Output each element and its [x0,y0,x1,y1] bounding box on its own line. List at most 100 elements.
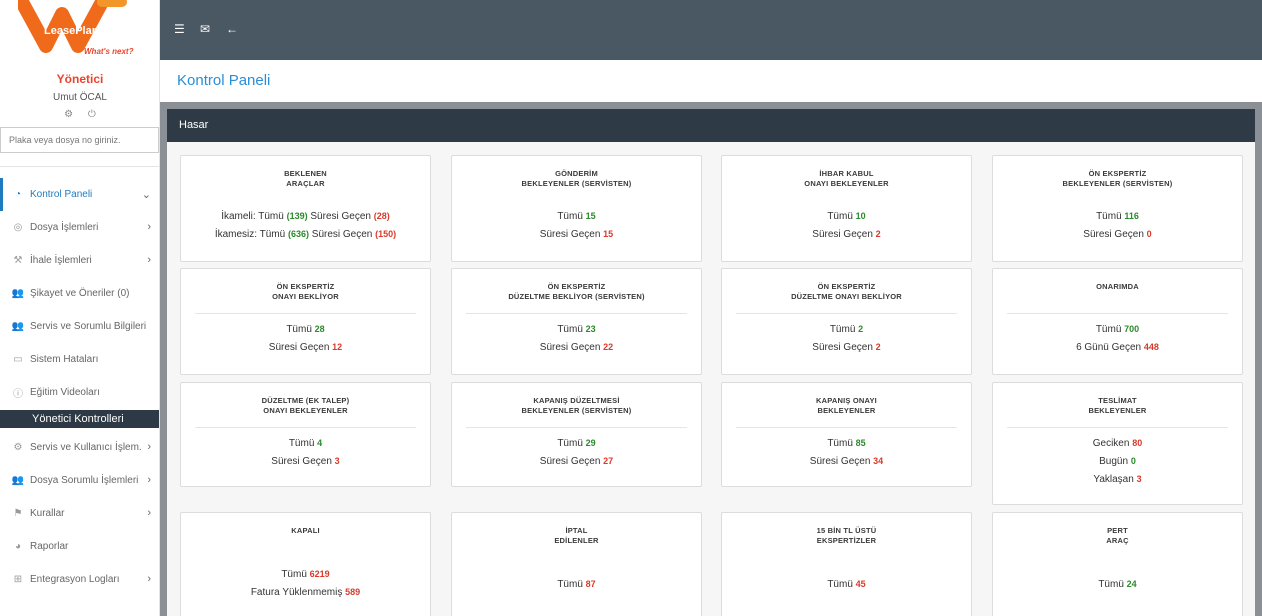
dashboard-card[interactable]: ÖN EKSPERTİZ DÜZELTME BEKLİYOR (SERVİSTEN… [451,268,702,375]
dashboard-card[interactable]: ÖN EKSPERTİZ DÜZELTME ONAYI BEKLİYOR Tümü … [721,268,972,375]
dashboard-card[interactable]: GÖNDERİM BEKLEYENLER (SERVİSTEN) Tümü 15 Sü… [451,155,702,262]
count-overdue[interactable]: 15 [603,229,613,239]
dashboard-card[interactable]: TESLİMAT BEKLEYENLER Geciken 80 Bugün 0 Yakl… [992,382,1243,505]
card-stat-line: Tümü 4 [181,438,430,449]
count-overdue[interactable]: 2 [876,229,881,239]
sidebar-item-10[interactable]: ⚑ Kurallar › [0,497,159,530]
count-total[interactable]: 700 [1124,324,1139,334]
sidebar-item-label: Servis ve Sorumlu Bilgileri [30,321,147,332]
mail-icon[interactable]: ✉ [200,22,210,36]
card-title: ONARIMDA [993,282,1242,292]
dashboard-card[interactable]: DÜZELTME (EK TALEP) ONAYI BEKLEYENLER Tümü… [180,382,431,487]
card-title-line: İHBAR KABUL [819,169,874,178]
count-total[interactable]: (139) [287,211,308,221]
gear-icon[interactable]: ⚙ [64,109,73,120]
card-title-line: ONAYI BEKLEYENLER [263,406,348,415]
divider [0,166,159,167]
card-stat-line: Tümü 87 [452,579,701,590]
dashboard-card[interactable]: İHBAR KABUL ONAYI BEKLEYENLER Tümü 10 Süres… [721,155,972,262]
count-overdue[interactable]: 0 [1147,229,1152,239]
card-title: ÖN EKSPERTİZ ONAYI BEKLİYOR [181,282,430,302]
panel-header: Hasar [167,109,1255,142]
sidebar-item-5[interactable]: ▭ Sistem Hataları [0,343,159,376]
menu-icon[interactable]: ☰ [174,22,185,36]
leaseplan-logo[interactable]: LeasePlan What's next? [15,0,142,62]
card-stat-line: Süresi Geçen 2 [722,229,971,240]
chevron-right-icon: › [147,474,151,486]
card-title: GÖNDERİM BEKLEYENLER (SERVİSTEN) [452,169,701,189]
card-title: TESLİMAT BEKLEYENLER [993,396,1242,416]
card-stat-line: Yaklaşan 3 [993,474,1242,485]
stat-label: Tümü [829,324,859,335]
stat-label: Tümü [557,211,586,222]
count-total[interactable]: 0 [1131,456,1136,466]
stat-label: Tümü [286,324,315,335]
stat-label: Fatura Yüklenmemiş [250,587,346,598]
count-overdue[interactable]: 87 [586,579,596,589]
count-total[interactable]: 2 [858,324,863,334]
dashboard-card[interactable]: KAPANIŞ ONAYI BEKLEYENLER Tümü 85 Süresi Ge… [721,382,972,487]
count-total[interactable]: 29 [586,438,596,448]
card-title: İHBAR KABUL ONAYI BEKLEYENLER [722,169,971,189]
count-total[interactable]: 10 [856,211,866,221]
count-overdue[interactable]: 27 [603,456,613,466]
sidebar-item-11[interactable]: ◕ Raporlar [0,530,159,563]
card-divider [736,427,957,428]
count-overdue[interactable]: 6219 [310,569,330,579]
count-total[interactable]: 85 [856,438,866,448]
count-overdue[interactable]: 12 [332,342,342,352]
back-arrow-icon[interactable]: ← [226,22,238,36]
dashboard-card[interactable]: ÖN EKSPERTİZ ONAYI BEKLİYOR Tümü 28 Süresi … [180,268,431,375]
count-total[interactable]: (636) [288,229,309,239]
dashboard-card[interactable]: BEKLENEN ARAÇLAR İkameli: Tümü (139) Süres… [180,155,431,262]
card-stat-line: Tümü 28 [181,324,430,335]
count-overdue[interactable]: 3 [335,456,340,466]
sidebar-item-2[interactable]: ⚒ İhale İşlemleri › [0,244,159,277]
sidebar-item-label: Sistem Hataları [30,354,99,365]
dashboard-card[interactable]: ÖN EKSPERTİZ BEKLEYENLER (SERVİSTEN) Tümü … [992,155,1243,262]
sidebar-item-12[interactable]: ⊞ Entegrasyon Logları › [0,563,159,596]
sidebar-item-8[interactable]: ⚙ Servis ve Kullanıcı İşlem. › [0,431,159,464]
card-stat-line: Tümü 85 [722,438,971,449]
card-divider [195,427,416,428]
sitemap-icon: ⊞ [13,574,23,585]
card-title-line: KAPANIŞ DÜZELTMESİ [533,396,620,405]
stat-label: Bugün [1099,456,1131,467]
count-total[interactable]: 116 [1124,211,1139,221]
count-total[interactable]: 28 [315,324,325,334]
count-total[interactable]: 4 [317,438,322,448]
dashboard-card[interactable]: PERT ARAÇ Tümü 24 [992,512,1243,616]
sidebar-item-4[interactable]: 👥 Servis ve Sorumlu Bilgileri [0,310,159,343]
count-overdue[interactable]: 22 [603,342,613,352]
sidebar-item-label: Servis ve Kullanıcı İşlem. [30,442,142,453]
count-overdue[interactable]: 448 [1144,342,1159,352]
count-overdue[interactable]: 45 [856,579,866,589]
dashboard-card[interactable]: KAPANIŞ DÜZELTMESİ BEKLEYENLER (SERVİSTEN… [451,382,702,487]
gear-icon: ⚙ [13,442,23,453]
count-overdue[interactable]: (150) [375,229,396,239]
dashboard-card[interactable]: 15 BİN TL ÜSTÜ EKSPERTİZLER Tümü 45 [721,512,972,616]
sidebar-item-1[interactable]: ◎ Dosya İşlemleri › [0,211,159,244]
count-overdue[interactable]: 80 [1132,438,1142,448]
sidebar-menu: ◔ Kontrol Paneli ⌄ ◎ Dosya İşlemleri › ⚒ İhale … [0,178,159,596]
dashboard-card[interactable]: İPTAL EDİLENLER Tümü 87 [451,512,702,616]
sidebar-item-3[interactable]: 👥 Şikayet ve Öneriler (0) [0,277,159,310]
dashboard-card[interactable]: KAPALI Tümü 6219 Fatura Yüklenmemiş 589 [180,512,431,616]
card-stat-line: Tümü 45 [722,579,971,590]
count-overdue[interactable]: 589 [345,587,360,597]
sidebar-item-6[interactable]: ⓘ Eğitim Videoları [0,376,159,409]
power-icon[interactable]: ⏻ [88,109,96,120]
count-overdue[interactable]: 3 [1137,474,1142,484]
card-stat-line: Süresi Geçen 0 [993,229,1242,240]
count-overdue[interactable]: 2 [876,342,881,352]
card-title-line: BEKLEYENLER (SERVİSTEN) [521,179,632,188]
search-input[interactable]: Plaka veya dosya no giriniz. [0,127,159,153]
sidebar-item-9[interactable]: 👥 Dosya Sorumlu İşlemleri › [0,464,159,497]
count-total[interactable]: 23 [586,324,596,334]
dashboard-card[interactable]: ONARIMDA Tümü 700 6 Günü Geçen 448 [992,268,1243,375]
count-overdue[interactable]: 34 [873,456,883,466]
sidebar-item-0[interactable]: ◔ Kontrol Paneli ⌄ [0,178,159,211]
count-overdue[interactable]: (28) [374,211,390,221]
count-total[interactable]: 24 [1127,579,1137,589]
count-total[interactable]: 15 [586,211,596,221]
